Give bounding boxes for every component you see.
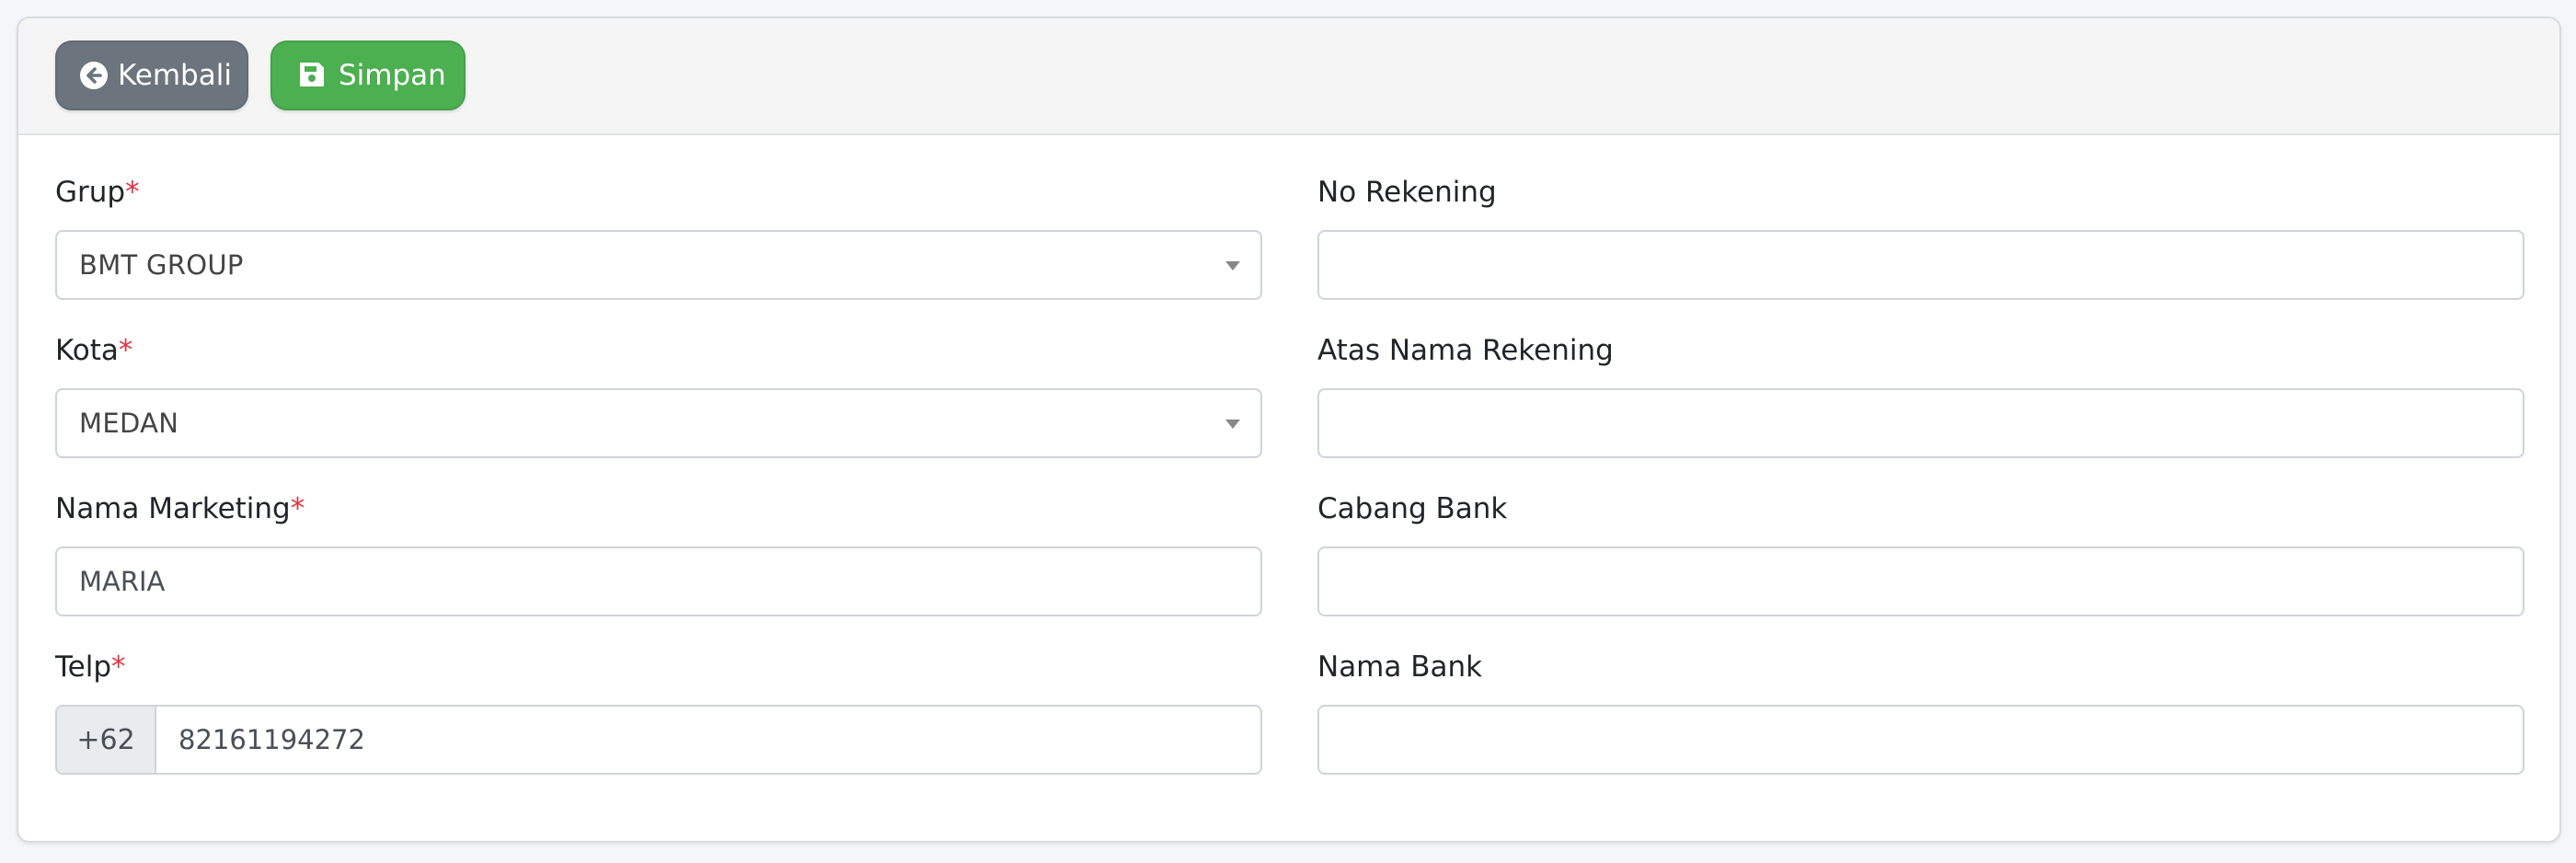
kota-selected-value: MEDAN (79, 408, 179, 439)
no-rekening-input[interactable] (1317, 230, 2524, 300)
nama-marketing-label: Nama Marketing* (55, 492, 305, 525)
marketing-form-card: Kembali Simpan Grup* BMT GROUP Kota* MED… (17, 17, 2561, 843)
cabang-bank-input[interactable] (1317, 547, 2524, 616)
grup-selected-value: BMT GROUP (79, 249, 244, 281)
grup-select[interactable]: BMT GROUP (55, 230, 1262, 300)
atas-nama-rekening-label: Atas Nama Rekening (1317, 334, 1614, 367)
floppy-disk-icon (298, 61, 326, 90)
arrow-circle-left-icon (79, 61, 109, 90)
back-button-label: Kembali (118, 59, 232, 92)
nama-bank-label: Nama Bank (1317, 650, 1483, 684)
required-marker: * (111, 650, 126, 684)
card-header: Kembali Simpan (18, 18, 2559, 135)
caret-down-icon (1225, 420, 1240, 429)
kota-label: Kota* (55, 334, 133, 367)
no-rekening-label: No Rekening (1317, 176, 1497, 209)
cabang-bank-label: Cabang Bank (1317, 492, 1508, 525)
nama-marketing-input[interactable]: MARIA (55, 547, 1262, 616)
telp-input-group: +62 82161194272 (55, 705, 1262, 775)
required-marker: * (290, 492, 305, 525)
nama-marketing-value: MARIA (79, 566, 166, 597)
telp-label: Telp* (55, 650, 126, 684)
atas-nama-rekening-input[interactable] (1317, 388, 2524, 458)
kota-select[interactable]: MEDAN (55, 388, 1262, 458)
country-code-prefix: +62 (57, 707, 156, 773)
save-button-label: Simpan (339, 59, 446, 92)
back-button[interactable]: Kembali (55, 40, 248, 110)
save-button[interactable]: Simpan (270, 40, 466, 110)
caret-down-icon (1225, 261, 1240, 270)
telp-input[interactable]: 82161194272 (156, 724, 365, 755)
required-marker: * (118, 334, 133, 367)
nama-bank-input[interactable] (1317, 705, 2524, 775)
required-marker: * (125, 176, 140, 209)
grup-label: Grup* (55, 176, 140, 209)
